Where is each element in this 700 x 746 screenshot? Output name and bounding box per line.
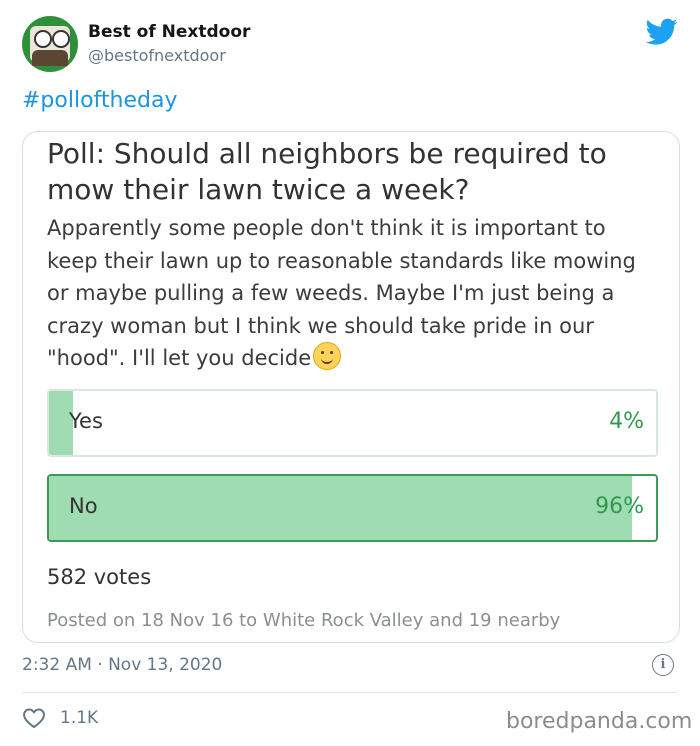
display-name[interactable]: Best of Nextdoor xyxy=(88,22,250,42)
twitter-bird-icon[interactable] xyxy=(646,18,678,46)
poll-option-label: No xyxy=(69,494,98,518)
poll-description-text: Apparently some people don't think it is… xyxy=(47,216,636,370)
poll-card[interactable]: Poll: Should all neighbors be required t… xyxy=(22,131,680,643)
vote-count: 582 votes xyxy=(47,565,152,589)
smiling-emoji-icon xyxy=(313,342,342,370)
watermark: boredpanda.com xyxy=(506,709,693,734)
divider xyxy=(22,692,678,693)
like-count[interactable]: 1.1K xyxy=(60,708,98,728)
poll-option-percent: 96% xyxy=(595,494,644,519)
heart-icon[interactable] xyxy=(22,707,46,729)
poll-option-percent: 4% xyxy=(609,409,644,434)
hashtag-link[interactable]: #polloftheday xyxy=(22,88,177,113)
poll-option-yes[interactable]: Yes 4% xyxy=(47,389,658,457)
info-icon[interactable]: i xyxy=(652,654,674,676)
poll-description: Apparently some people don't think it is… xyxy=(47,212,657,375)
posted-info: Posted on 18 Nov 16 to White Rock Valley… xyxy=(47,610,561,631)
avatar[interactable] xyxy=(22,16,78,72)
poll-title: Poll: Should all neighbors be required t… xyxy=(47,137,607,206)
user-handle[interactable]: @bestofnextdoor xyxy=(88,46,226,65)
poll-option-no[interactable]: No 96% xyxy=(47,474,658,542)
tweet-timestamp[interactable]: 2:32 AM · Nov 13, 2020 xyxy=(22,655,222,675)
poll-option-fill xyxy=(49,476,632,540)
poll-option-label: Yes xyxy=(69,409,103,433)
